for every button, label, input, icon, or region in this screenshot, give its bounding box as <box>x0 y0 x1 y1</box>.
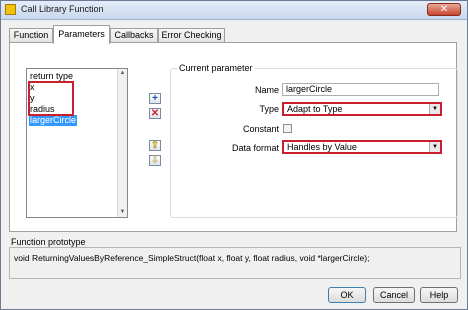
data-format-label: Data format <box>231 143 279 153</box>
window-title: Call Library Function <box>21 4 104 14</box>
data-format-value: Handles by Value <box>287 142 357 152</box>
dialog-window: Call Library Function ✕ Function Paramet… <box>0 0 468 310</box>
chevron-down-icon[interactable]: ▼ <box>429 142 440 152</box>
prototype-label: Function prototype <box>11 237 86 247</box>
scroll-up-icon[interactable]: ▲ <box>119 70 126 77</box>
prototype-text: void ReturningValuesByReference_SimpleSt… <box>14 253 370 263</box>
parameters-panel: return type x y radius largerCircle ▲ ▼ … <box>9 42 458 232</box>
remove-parameter-button[interactable]: ✕ <box>149 108 161 119</box>
constant-checkbox[interactable] <box>283 124 292 133</box>
name-field[interactable]: largerCircle <box>282 83 439 96</box>
add-parameter-button[interactable]: + <box>149 93 161 104</box>
data-format-select[interactable]: Handles by Value ▼ <box>282 140 442 154</box>
tab-callbacks[interactable]: Callbacks <box>110 28 158 43</box>
type-label: Type <box>259 104 279 114</box>
chevron-down-icon[interactable]: ▼ <box>429 104 440 114</box>
prototype-box: void ReturningValuesByReference_SimpleSt… <box>9 247 461 279</box>
list-item-selected[interactable]: largerCircle <box>29 115 78 126</box>
group-legend: Current parameter <box>177 63 255 73</box>
type-select[interactable]: Adapt to Type ▼ <box>282 102 442 116</box>
title-bar[interactable]: Call Library Function ✕ <box>1 1 467 20</box>
scroll-down-icon[interactable]: ▼ <box>119 209 126 216</box>
cancel-button[interactable]: Cancel <box>373 287 415 303</box>
list-scrollbar[interactable]: ▲ ▼ <box>117 69 127 217</box>
tab-error-checking[interactable]: Error Checking <box>158 28 225 43</box>
constant-label: Constant <box>242 124 279 134</box>
name-label: Name <box>254 85 279 95</box>
move-down-button[interactable]: ⇩ <box>149 155 161 166</box>
highlight-box <box>28 81 74 116</box>
move-up-button[interactable]: ⇧ <box>149 140 161 151</box>
close-button[interactable]: ✕ <box>427 3 461 16</box>
type-value: Adapt to Type <box>287 104 343 114</box>
tab-parameters[interactable]: Parameters <box>53 25 110 44</box>
parameter-list[interactable]: return type x y radius largerCircle ▲ ▼ <box>26 68 128 218</box>
ok-button[interactable]: OK <box>328 287 366 303</box>
help-button[interactable]: Help <box>420 287 458 303</box>
current-parameter-group: Current parameter Name largerCircle Type… <box>170 63 458 218</box>
labview-icon <box>5 4 16 15</box>
tab-function[interactable]: Function <box>9 28 53 43</box>
